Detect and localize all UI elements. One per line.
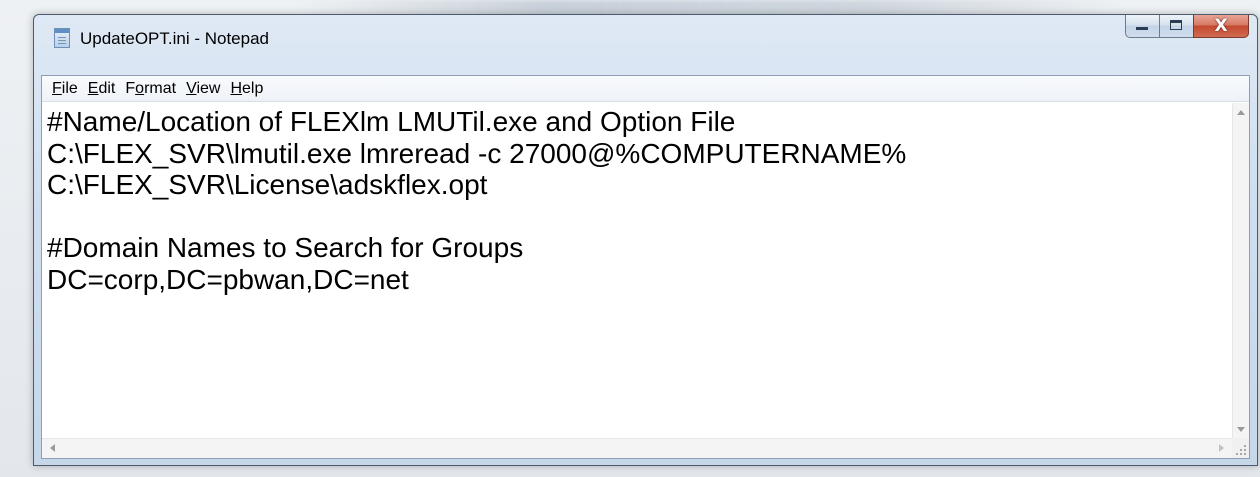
editor-line: C:\FLEX_SVR\License\adskflex.opt: [47, 169, 488, 200]
close-button[interactable]: X: [1193, 15, 1249, 38]
editor-line: #Name/Location of FLEXlm LMUTil.exe and …: [47, 106, 736, 137]
menu-edit[interactable]: Edit: [83, 80, 121, 98]
menu-format-rest: rmat: [144, 79, 177, 97]
menu-help-accel: H: [230, 79, 243, 97]
menu-file[interactable]: File: [47, 80, 83, 98]
menu-view[interactable]: View: [181, 80, 225, 98]
title-bar[interactable]: UpdateOPT.ini - Notepad X: [34, 15, 1257, 65]
menu-edit-rest: dit: [98, 79, 116, 97]
scroll-right-icon[interactable]: [1219, 444, 1224, 452]
maximize-icon: [1170, 20, 1182, 30]
grip-dot: [1240, 453, 1242, 455]
minimize-icon: [1136, 27, 1148, 30]
resize-grip-icon[interactable]: [1232, 438, 1249, 458]
menu-format-accel: o: [135, 79, 145, 97]
window-title: UpdateOPT.ini - Notepad: [80, 29, 269, 48]
editor-line: C:\FLEX_SVR\lmutil.exe lmreread -c 27000…: [47, 137, 907, 169]
close-icon: X: [1214, 16, 1228, 36]
menu-file-rest: ile: [61, 79, 78, 97]
caption-buttons: X: [1125, 15, 1249, 39]
menu-format-pre: F: [125, 79, 136, 97]
grip-dot: [1244, 453, 1246, 455]
grip-dot: [1240, 449, 1242, 451]
menu-view-rest: iew: [196, 79, 221, 97]
notepad-window: UpdateOPT.ini - Notepad X File Edit Form…: [33, 14, 1258, 466]
menu-format[interactable]: Format: [120, 80, 181, 98]
menu-view-accel: V: [186, 79, 197, 97]
maximize-button[interactable]: [1159, 15, 1193, 38]
scroll-down-icon[interactable]: [1237, 427, 1245, 432]
editor-line: #Domain Names to Search for Groups: [47, 232, 524, 263]
minimize-button[interactable]: [1125, 15, 1159, 38]
scroll-up-icon[interactable]: [1237, 110, 1245, 115]
editor-line: DC=corp,DC=pbwan,DC=net: [47, 263, 409, 295]
menu-help[interactable]: Help: [225, 80, 268, 98]
grip-dot: [1236, 453, 1238, 455]
vertical-scrollbar[interactable]: [1232, 103, 1249, 439]
text-editor[interactable]: #Name/Location of FLEXlm LMUTil.exe and …: [42, 103, 1232, 439]
horizontal-scrollbar[interactable]: [42, 438, 1232, 458]
client-area: File Edit Format View Help #Name/Locatio…: [41, 75, 1250, 459]
grip-dot: [1244, 449, 1246, 451]
grip-dot: [1244, 445, 1246, 447]
scroll-left-icon[interactable]: [50, 444, 55, 452]
notepad-icon[interactable]: [54, 28, 70, 48]
menu-file-accel: F: [52, 79, 62, 97]
menu-edit-accel: E: [87, 79, 99, 97]
menu-help-rest: elp: [242, 79, 264, 97]
menu-bar: File Edit Format View Help: [42, 76, 1249, 102]
